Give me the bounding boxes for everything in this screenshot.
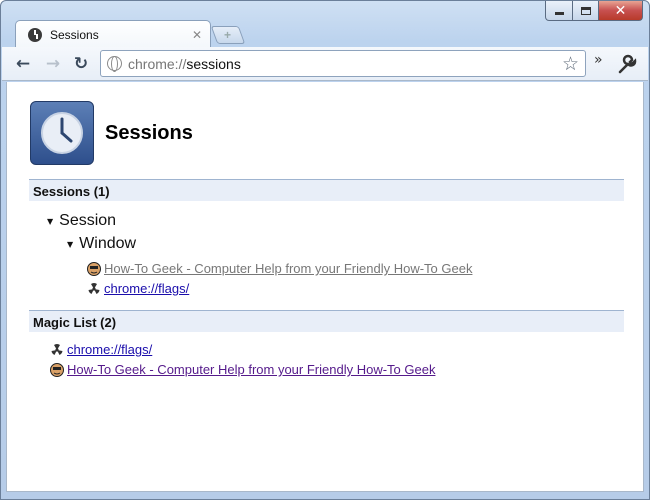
radiation-icon (50, 343, 64, 357)
session-node[interactable]: ▼ Session (47, 212, 116, 230)
list-item[interactable]: How-To Geek - Computer Help from your Fr… (50, 362, 435, 377)
plus-icon: + (224, 28, 232, 42)
magic-link-flags[interactable]: chrome://flags/ (67, 342, 152, 357)
toolbar: ← → ↻ chrome://sessions ☆ » (2, 47, 648, 81)
back-button[interactable]: ← (12, 53, 34, 75)
url-text[interactable]: chrome://sessions (128, 56, 241, 72)
sessions-section-header: Sessions (1) (29, 179, 624, 201)
sessions-clock-icon (30, 101, 94, 165)
tab-sessions[interactable]: Sessions ✕ (15, 20, 211, 48)
forward-button[interactable]: → (42, 53, 64, 75)
session-link-howtogeek[interactable]: How-To Geek - Computer Help from your Fr… (104, 261, 472, 276)
page-title: Sessions (105, 122, 193, 144)
tab-close-icon[interactable]: ✕ (192, 28, 202, 42)
magic-link-howtogeek[interactable]: How-To Geek - Computer Help from your Fr… (67, 362, 435, 377)
radiation-icon (87, 282, 101, 296)
howtogeek-favicon-icon (50, 362, 64, 377)
expand-triangle-icon[interactable]: ▼ (67, 240, 73, 249)
list-item[interactable]: chrome://flags/ (87, 281, 189, 296)
session-label: Session (59, 212, 117, 229)
minimize-button[interactable] (545, 1, 573, 21)
window-controls: ✕ (545, 1, 643, 22)
address-bar[interactable]: chrome://sessions ☆ (100, 50, 586, 77)
page-content: Sessions Sessions (1) ▼ Session ▼ Window… (6, 82, 644, 492)
window-label: Window (79, 235, 137, 252)
maximize-button[interactable] (573, 1, 599, 21)
new-tab-button[interactable]: + (210, 26, 246, 44)
list-item[interactable]: chrome://flags/ (50, 342, 152, 357)
window-node[interactable]: ▼ Window (67, 235, 136, 253)
clock-icon (28, 27, 42, 42)
tab-title: Sessions (50, 27, 99, 42)
url-scheme: chrome:// (128, 55, 187, 72)
more-chevron-icon[interactable]: » (594, 52, 603, 68)
magic-list-section-header: Magic List (2) (29, 310, 624, 332)
url-path: sessions (186, 55, 241, 72)
globe-icon (107, 56, 122, 72)
session-link-flags[interactable]: chrome://flags/ (104, 281, 189, 296)
maximize-icon (580, 6, 591, 15)
wrench-icon[interactable] (616, 54, 638, 76)
close-window-button[interactable]: ✕ (599, 1, 643, 21)
browser-window: ✕ Sessions ✕ + ← → ↻ chrome://sessions ☆… (0, 0, 650, 500)
howtogeek-favicon-icon (87, 261, 101, 276)
bookmark-star-icon[interactable]: ☆ (562, 53, 579, 75)
expand-triangle-icon[interactable]: ▼ (47, 217, 53, 226)
list-item[interactable]: How-To Geek - Computer Help from your Fr… (87, 261, 472, 276)
close-icon: ✕ (614, 2, 627, 19)
minimize-icon (554, 12, 564, 15)
reload-button[interactable]: ↻ (70, 53, 92, 75)
